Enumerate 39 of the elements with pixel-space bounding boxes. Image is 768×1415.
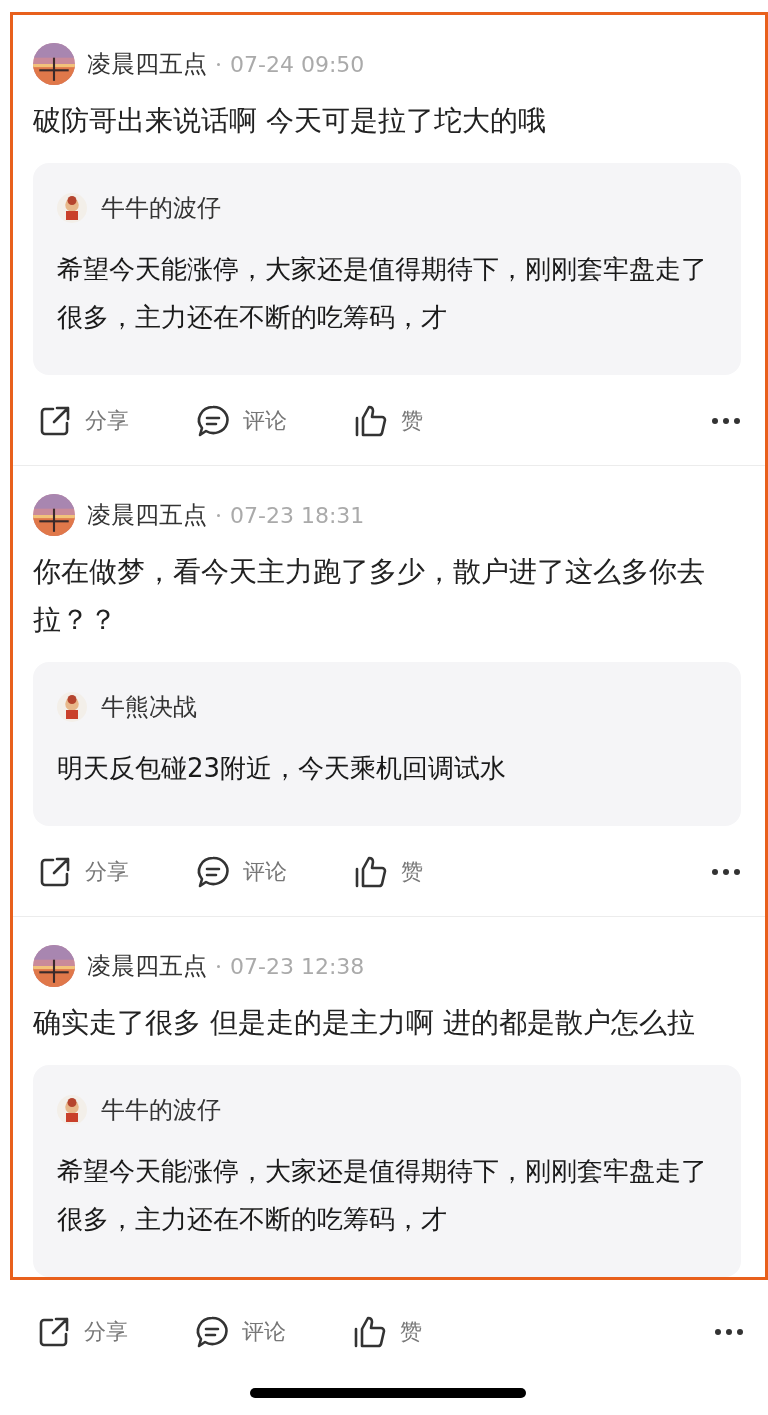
comment-button[interactable]: 评论 (195, 403, 353, 439)
comment-button[interactable]: 评论 (195, 854, 353, 890)
post-time: 07-24 09:50 (230, 51, 365, 77)
quoted-comment[interactable]: 牛牛的波仔 希望今天能涨停，大家还是值得期待下，刚刚套牢盘走了很多，主力还在不断的吃筹码，才 (33, 163, 741, 375)
comment-button[interactable]: 评论 (194, 1314, 352, 1350)
like-button[interactable]: 赞 (352, 1314, 510, 1350)
author-name[interactable]: 凌晨四五点 (87, 499, 207, 531)
comment-text: 你在做梦，看今天主力跑了多少，散户进了这么多你去拉？？ (33, 554, 706, 638)
thumbs-up-icon (352, 1314, 388, 1350)
quoted-author[interactable]: 牛牛的波仔 (101, 192, 221, 224)
chat-bubble-icon (195, 403, 231, 439)
comment-text: 破防哥出来说话啊 今天可是拉了坨大的哦 (33, 103, 547, 139)
share-button[interactable]: 分享 (37, 403, 195, 439)
quoted-comment[interactable]: 牛熊决战 明天反包碰23附近，今天乘机回调试水 (33, 662, 741, 826)
like-button[interactable]: 赞 (353, 403, 511, 439)
author-name[interactable]: 凌晨四五点 (87, 48, 207, 80)
post-time: 07-23 18:31 (230, 502, 365, 528)
chat-bubble-icon (195, 854, 231, 890)
like-button[interactable]: 赞 (353, 854, 511, 890)
quoted-text: 希望今天能涨停，大家还是值得期待下，刚刚套牢盘走了很多，主力还在不断的吃筹码，才 (57, 253, 708, 334)
quoted-author[interactable]: 牛牛的波仔 (101, 1094, 221, 1126)
comment-text: 确实走了很多 但是走的是主力啊 进的都是散户怎么拉 (33, 1005, 696, 1041)
share-button[interactable]: 分享 (36, 1314, 194, 1350)
share-button[interactable]: 分享 (37, 854, 195, 890)
quoted-author[interactable]: 牛熊决战 (101, 691, 197, 723)
separator-dot (217, 964, 220, 968)
more-icon[interactable] (714, 1328, 744, 1336)
more-icon[interactable] (711, 417, 741, 425)
more-icon[interactable] (711, 868, 741, 876)
quoted-text: 明天反包碰23附近，今天乘机回调试水 (57, 752, 508, 785)
separator-dot (217, 513, 220, 517)
thumbs-up-icon (353, 854, 389, 890)
post-time: 07-23 12:38 (230, 953, 365, 979)
thumbs-up-icon (353, 403, 389, 439)
author-name[interactable]: 凌晨四五点 (87, 950, 207, 982)
quoted-text: 希望今天能涨停，大家还是值得期待下，刚刚套牢盘走了很多，主力还在不断的吃筹码，才 (57, 1155, 708, 1236)
separator-dot (217, 62, 220, 66)
chat-bubble-icon (194, 1314, 230, 1350)
quoted-comment[interactable]: 牛牛的波仔 希望今天能涨停，大家还是值得期待下，刚刚套牢盘走了很多，主力还在不断的吃筹码，才 (33, 1065, 741, 1277)
